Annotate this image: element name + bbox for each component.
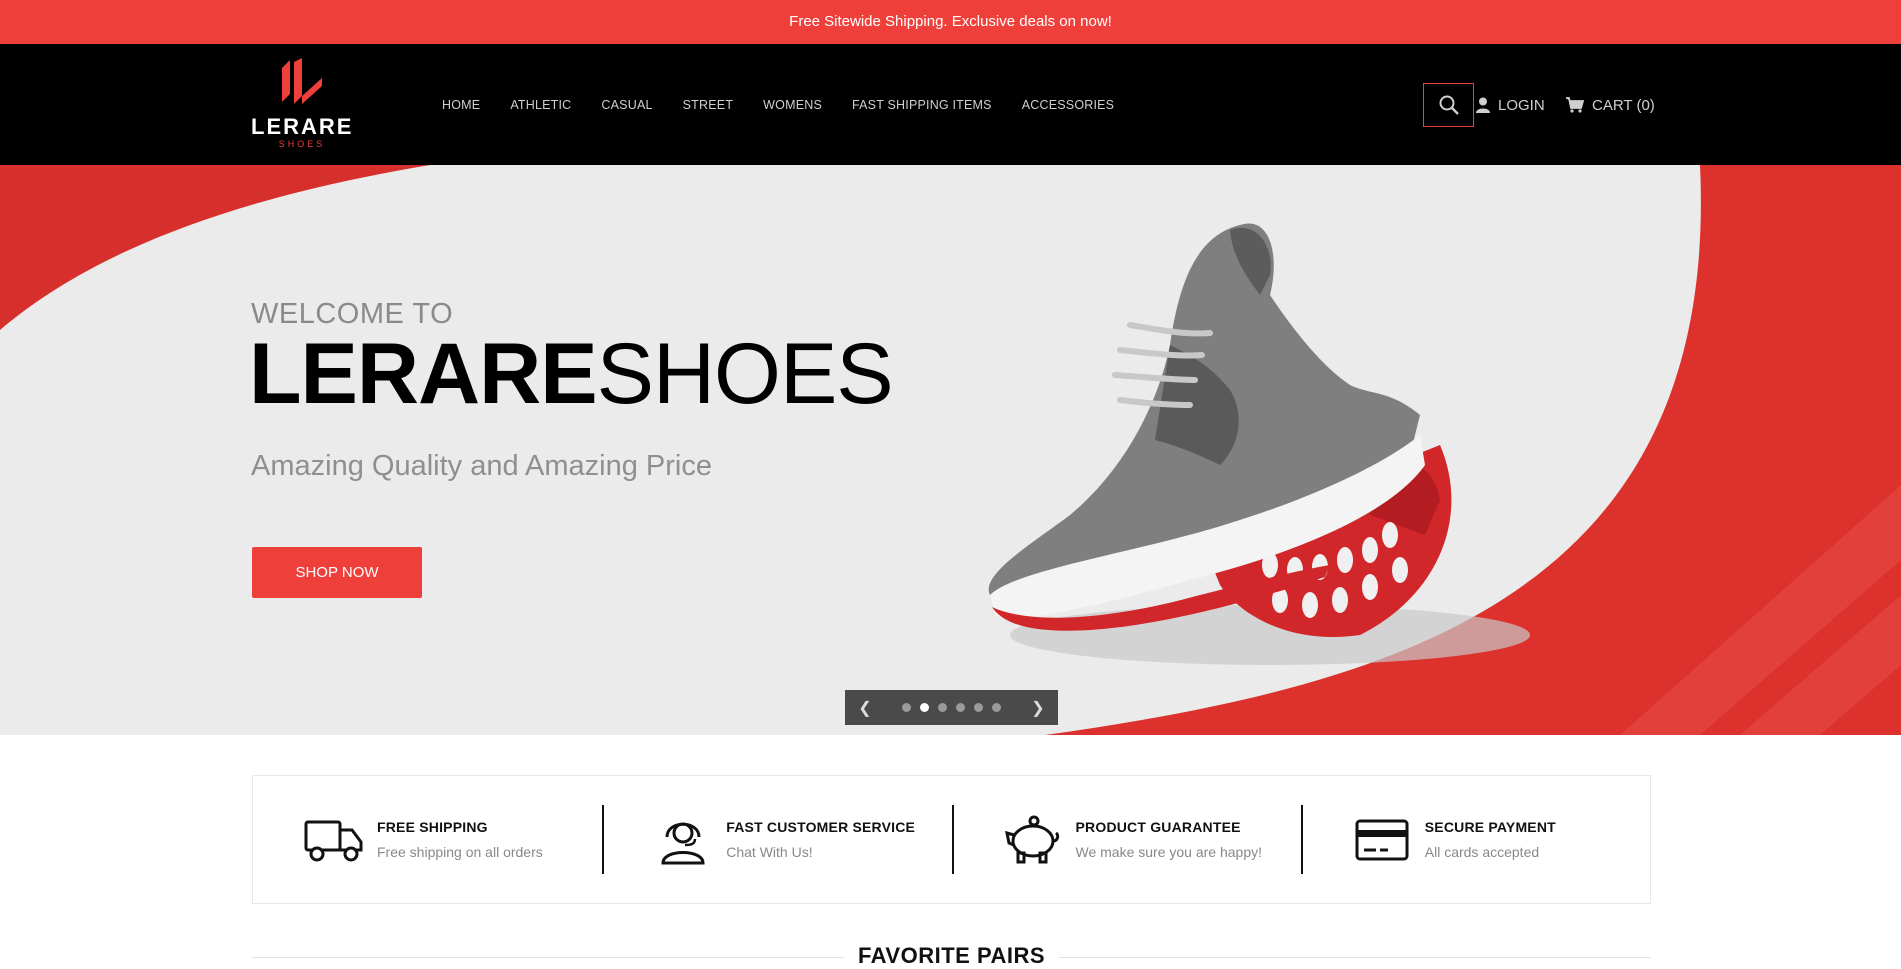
feature-title: FREE SHIPPING	[377, 819, 488, 835]
login-link[interactable]: LOGIN	[1476, 93, 1545, 117]
site-header: LERARE SHOES HOME ATHLETIC CASUAL STREET…	[0, 44, 1901, 165]
slider-dot[interactable]	[992, 703, 1001, 712]
slider-dots	[885, 703, 1018, 712]
chevron-right-icon: ❯	[1031, 699, 1045, 717]
nav-street[interactable]: STREET	[683, 98, 734, 112]
main-nav: HOME ATHLETIC CASUAL STREET WOMENS FAST …	[442, 44, 1144, 165]
hero-title-bold: LERARE	[249, 326, 598, 422]
search-icon	[1439, 95, 1459, 115]
cart-link[interactable]: CART (0)	[1566, 93, 1655, 117]
nav-fast-shipping[interactable]: FAST SHIPPING ITEMS	[852, 98, 992, 112]
slider-dot[interactable]	[902, 703, 911, 712]
nav-womens[interactable]: WOMENS	[763, 98, 822, 112]
slider-dot[interactable]	[920, 703, 929, 712]
search-button[interactable]	[1423, 83, 1474, 127]
nav-home[interactable]: HOME	[442, 98, 480, 112]
feature-customer-service: FAST CUSTOMER SERVICE Chat With Us!	[602, 805, 951, 874]
credit-card-icon	[1355, 819, 1409, 860]
feature-title: PRODUCT GUARANTEE	[1075, 819, 1241, 835]
slider-prev-button[interactable]: ❮	[845, 690, 885, 725]
logo-sub: SHOES	[278, 139, 326, 149]
logo[interactable]: LERARE SHOES	[251, 58, 353, 152]
feature-desc: All cards accepted	[1424, 844, 1540, 860]
slider-next-button[interactable]: ❯	[1018, 690, 1058, 725]
login-label: LOGIN	[1498, 96, 1545, 114]
slider-dot[interactable]	[974, 703, 983, 712]
feature-desc: We make sure you are happy!	[1075, 844, 1263, 860]
shop-now-button[interactable]: SHOP NOW	[252, 547, 422, 598]
nav-athletic[interactable]: ATHLETIC	[510, 98, 571, 112]
hero-tagline: Amazing Quality and Amazing Price	[251, 450, 712, 482]
feature-title: FAST CUSTOMER SERVICE	[726, 819, 916, 835]
user-icon	[1476, 97, 1490, 113]
truck-icon	[304, 820, 363, 861]
piggy-bank-icon	[1004, 815, 1059, 863]
slider-dot[interactable]	[956, 703, 965, 712]
logo-mark-icon	[282, 58, 322, 104]
support-icon	[661, 822, 705, 864]
hero-slider: WELCOME TO LERARESHOES Amazing Quality a…	[0, 165, 1901, 735]
feature-free-shipping: FREE SHIPPING Free shipping on all order…	[253, 805, 602, 874]
nav-accessories[interactable]: ACCESSORIES	[1022, 98, 1115, 112]
favorite-pairs-section: FAVORITE PAIRS	[252, 938, 1651, 968]
feature-title: SECURE PAYMENT	[1424, 819, 1556, 835]
feature-secure-payment: SECURE PAYMENT All cards accepted	[1300, 805, 1650, 874]
feature-desc: Chat With Us!	[726, 844, 813, 860]
slider-controls: ❮ ❯	[845, 690, 1058, 725]
hero-title: LERARESHOES	[249, 325, 894, 424]
features-bar: FREE SHIPPING Free shipping on all order…	[252, 775, 1651, 904]
slider-dot[interactable]	[938, 703, 947, 712]
feature-desc: Free shipping on all orders	[377, 844, 543, 860]
announcement-bar: Free Sitewide Shipping. Exclusive deals …	[0, 0, 1901, 44]
nav-casual[interactable]: CASUAL	[601, 98, 652, 112]
chevron-left-icon: ❮	[858, 699, 872, 717]
shoe-image	[988, 223, 1452, 637]
logo-brand: LERARE	[251, 114, 354, 139]
section-title: FAVORITE PAIRS	[843, 943, 1060, 968]
cart-icon	[1566, 97, 1584, 113]
cart-label: CART (0)	[1592, 96, 1655, 114]
hero-title-light: SHOES	[596, 326, 894, 422]
feature-product-guarantee: PRODUCT GUARANTEE We make sure you are h…	[951, 805, 1301, 874]
